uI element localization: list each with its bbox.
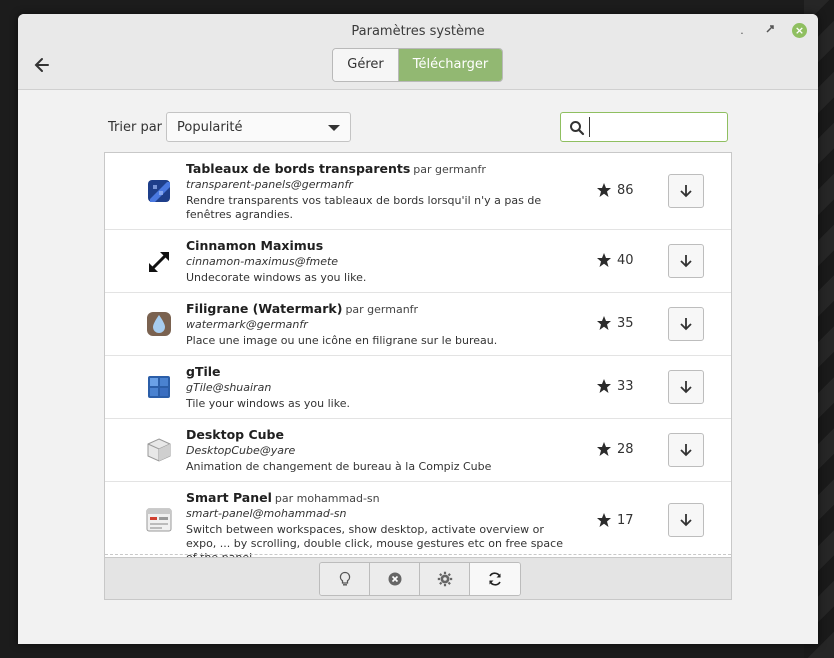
spices-list: Tableaux de bords transparents par german… bbox=[104, 152, 732, 558]
item-score: 17 bbox=[617, 513, 634, 528]
item-name: Filigrane (Watermark) bbox=[186, 301, 343, 316]
star-icon bbox=[597, 316, 611, 330]
item-score: 40 bbox=[617, 253, 634, 268]
install-button[interactable] bbox=[668, 370, 704, 404]
install-button[interactable] bbox=[668, 307, 704, 341]
lightbulb-icon bbox=[339, 571, 351, 586]
list-item[interactable]: Smart Panel par mohammad-sn smart-panel@m… bbox=[105, 482, 731, 558]
install-button[interactable] bbox=[668, 433, 704, 467]
item-description: Rendre transparents vos tableaux de bord… bbox=[186, 194, 542, 221]
item-name: Smart Panel bbox=[186, 490, 272, 505]
maximize-icon[interactable] bbox=[762, 23, 778, 39]
install-button[interactable] bbox=[668, 244, 704, 278]
back-arrow-icon[interactable] bbox=[32, 54, 52, 76]
window-title: Paramètres système bbox=[351, 24, 485, 39]
uninstall-button[interactable] bbox=[370, 563, 420, 595]
star-icon bbox=[597, 513, 611, 527]
list-item[interactable]: Desktop Cube DesktopCube@yare Animation … bbox=[105, 419, 731, 482]
info-button[interactable] bbox=[320, 563, 370, 595]
item-description: Tile your windows as you like. bbox=[186, 397, 350, 410]
item-score: 86 bbox=[617, 183, 634, 198]
item-uuid: watermark@germanfr bbox=[186, 318, 308, 331]
download-arrow-icon bbox=[680, 381, 692, 394]
download-arrow-icon bbox=[680, 514, 692, 527]
item-score: 28 bbox=[617, 442, 634, 457]
list-item[interactable]: Filigrane (Watermark) par germanfr waterm… bbox=[105, 293, 731, 356]
smart-panel-icon bbox=[146, 508, 172, 532]
item-author: par germanfr bbox=[345, 303, 419, 316]
item-uuid: transparent-panels@germanfr bbox=[186, 178, 353, 191]
item-author: par mohammad-sn bbox=[274, 492, 380, 505]
toolbar-buttons bbox=[319, 562, 521, 596]
star-icon bbox=[597, 379, 611, 393]
item-score: 35 bbox=[617, 316, 634, 331]
tab-switcher: Gérer Télécharger bbox=[332, 48, 503, 82]
titlebar: Paramètres système ․ × Gérer Télécharger bbox=[18, 14, 818, 90]
transparent-panels-icon bbox=[148, 180, 170, 202]
list-divider bbox=[105, 554, 731, 555]
list-item[interactable]: Tableaux de bords transparents par german… bbox=[105, 153, 731, 230]
refresh-icon bbox=[489, 572, 501, 586]
item-uuid: DesktopCube@yare bbox=[186, 444, 296, 457]
refresh-button[interactable] bbox=[470, 563, 520, 595]
settings-icon bbox=[437, 571, 453, 587]
remove-icon bbox=[388, 572, 402, 586]
settings-window: Paramètres système ․ × Gérer Télécharger… bbox=[18, 14, 818, 644]
install-button[interactable] bbox=[668, 503, 704, 537]
item-author: par germanfr bbox=[413, 163, 486, 176]
star-icon bbox=[597, 253, 611, 267]
list-item[interactable]: gTile gTile@shuairan Tile your windows a… bbox=[105, 356, 731, 419]
item-uuid: gTile@shuairan bbox=[186, 381, 272, 394]
item-description: Place une image ou une icône en filigran… bbox=[186, 334, 498, 347]
cube-icon bbox=[147, 438, 171, 462]
star-icon bbox=[597, 442, 611, 456]
sort-label: Trier par bbox=[108, 120, 163, 135]
tab-manage[interactable]: Gérer bbox=[333, 49, 399, 81]
item-uuid: smart-panel@mohammad-sn bbox=[186, 507, 347, 520]
search-icon bbox=[570, 121, 585, 136]
sort-value: Popularité bbox=[177, 120, 243, 135]
download-arrow-icon bbox=[680, 318, 692, 331]
search-input[interactable] bbox=[589, 117, 721, 137]
item-name: Tableaux de bords transparents bbox=[186, 161, 411, 176]
download-arrow-icon bbox=[680, 255, 692, 268]
sort-dropdown[interactable]: Popularité bbox=[166, 112, 351, 142]
tile-grid-icon bbox=[148, 376, 170, 398]
item-name: gTile bbox=[186, 364, 221, 379]
item-description: Switch between workspaces, show desktop,… bbox=[186, 523, 563, 558]
item-name: Cinnamon Maximus bbox=[186, 238, 324, 253]
install-button[interactable] bbox=[668, 174, 704, 208]
tab-download[interactable]: Télécharger bbox=[399, 49, 502, 81]
item-score: 33 bbox=[617, 379, 634, 394]
item-name: Desktop Cube bbox=[186, 427, 284, 442]
item-description: Animation de changement de bureau à la C… bbox=[186, 460, 492, 473]
maximize-arrows-icon bbox=[148, 251, 170, 273]
search-box[interactable] bbox=[560, 112, 728, 142]
item-uuid: cinnamon-maximus@fmete bbox=[186, 255, 339, 268]
configure-button[interactable] bbox=[420, 563, 470, 595]
minimize-icon[interactable]: ․ bbox=[734, 23, 750, 39]
download-arrow-icon bbox=[680, 185, 692, 198]
bottom-toolbar bbox=[104, 558, 732, 600]
list-item[interactable]: Cinnamon Maximus cinnamon-maximus@fmete … bbox=[105, 230, 731, 293]
download-arrow-icon bbox=[680, 444, 692, 457]
close-icon[interactable]: × bbox=[792, 23, 807, 38]
water-drop-icon bbox=[147, 312, 171, 336]
item-description: Undecorate windows as you like. bbox=[186, 271, 367, 284]
star-icon bbox=[597, 183, 611, 197]
dropdown-arrow-icon bbox=[328, 125, 340, 131]
